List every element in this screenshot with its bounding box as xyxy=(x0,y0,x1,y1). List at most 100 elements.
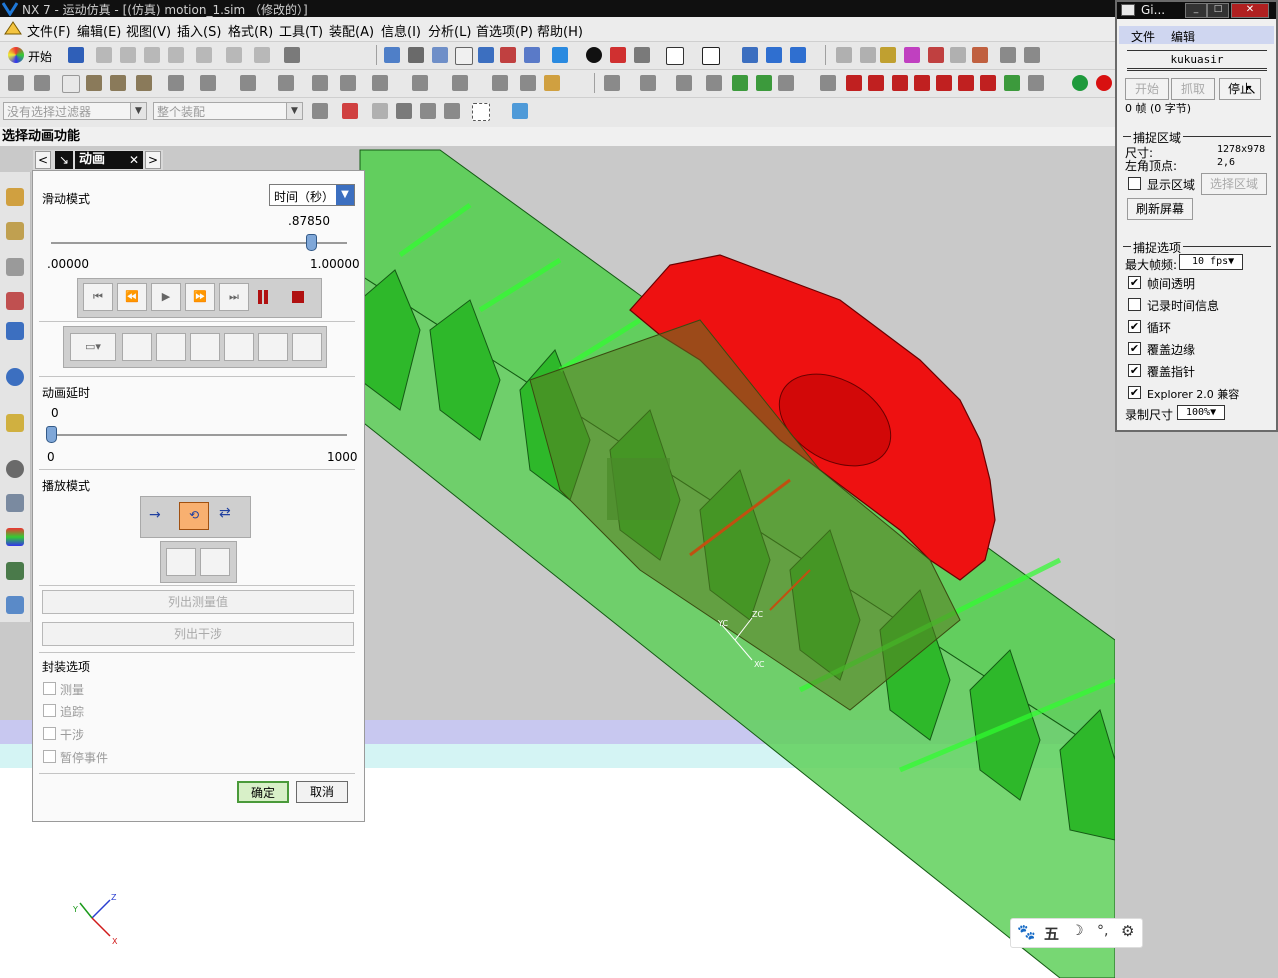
rect-select-icon[interactable] xyxy=(472,103,490,121)
time-slider-track[interactable] xyxy=(51,242,347,244)
part-icon[interactable] xyxy=(254,47,270,63)
menu-tools[interactable]: 工具(T) xyxy=(279,21,323,40)
tb-record-icon[interactable] xyxy=(1072,75,1088,91)
chevron-right-icon[interactable]: > xyxy=(145,151,161,169)
joint-icon[interactable] xyxy=(86,75,102,91)
explode-button[interactable] xyxy=(156,333,186,361)
paste-icon[interactable] xyxy=(144,47,160,63)
pause-icon[interactable] xyxy=(258,290,262,304)
nx-home-icon[interactable] xyxy=(4,20,22,36)
ime-mode-label[interactable]: 五 xyxy=(1044,923,1059,944)
loop-icon[interactable]: ⟲ xyxy=(179,502,209,530)
start-menu-button[interactable]: 开始 xyxy=(28,48,52,65)
glasses-icon[interactable] xyxy=(284,47,300,63)
perspective-icon[interactable] xyxy=(524,47,540,63)
record-size-dropdown[interactable]: 100%▼ xyxy=(1177,405,1225,420)
palette-icon[interactable] xyxy=(6,528,24,546)
tb-flag-icon[interactable] xyxy=(1028,75,1044,91)
cut-icon[interactable] xyxy=(96,47,112,63)
list-measure-button[interactable]: 列出测量值 xyxy=(42,590,354,614)
last-frame-button[interactable]: ⏭ xyxy=(219,283,249,311)
pointer-icon[interactable] xyxy=(950,47,966,63)
option-checkbox-0[interactable]: ✔ xyxy=(1128,276,1141,289)
assembly-navigator-icon[interactable] xyxy=(6,188,24,206)
pin-icon[interactable]: ↘ xyxy=(55,151,73,169)
snap-4-icon[interactable] xyxy=(972,47,988,63)
solve-icon[interactable] xyxy=(520,75,536,91)
maximize-icon[interactable]: □ xyxy=(1207,3,1229,18)
tb-record-stop-icon[interactable] xyxy=(1096,75,1112,91)
snap-3-icon[interactable] xyxy=(928,47,944,63)
paw-icon[interactable]: 🐾 xyxy=(1017,923,1036,941)
punctuation-icon[interactable]: °, xyxy=(1097,923,1108,939)
menu-help[interactable]: 帮助(H) xyxy=(537,21,583,40)
function-icon[interactable] xyxy=(62,75,80,93)
option-checkbox-5[interactable]: ✔ xyxy=(1128,386,1141,399)
tb-first-frame-icon[interactable] xyxy=(846,75,862,91)
zoom-icon[interactable] xyxy=(432,47,448,63)
bushing-icon[interactable] xyxy=(340,75,356,91)
pause-event-checkbox[interactable] xyxy=(43,750,56,763)
option-checkbox-3[interactable]: ✔ xyxy=(1128,342,1141,355)
menu-edit[interactable]: 编辑(E) xyxy=(77,21,121,40)
wcs-icon[interactable] xyxy=(742,47,758,63)
next-frame-button[interactable]: ⏩ xyxy=(185,283,215,311)
link-icon[interactable] xyxy=(34,75,50,91)
capture-menu-edit[interactable]: 编辑 xyxy=(1171,28,1195,45)
wireframe-icon[interactable] xyxy=(610,47,626,63)
wcs-orient-icon[interactable] xyxy=(766,47,782,63)
cancel-button[interactable]: 取消 xyxy=(296,781,348,803)
gear-joint-icon[interactable] xyxy=(110,75,126,91)
menu-view[interactable]: 视图(V) xyxy=(126,21,171,40)
solver-icon[interactable] xyxy=(492,75,508,91)
wcs-dynamic-icon[interactable] xyxy=(790,47,806,63)
capture-menu-file[interactable]: 文件 xyxy=(1131,28,1155,45)
max-fps-dropdown[interactable]: 10 fps▼ xyxy=(1179,254,1243,270)
snapshot-button[interactable]: ▭▾ xyxy=(70,333,116,361)
repeat-icon[interactable] xyxy=(226,47,242,63)
ping-pong-icon[interactable]: ⇄ xyxy=(219,505,231,521)
tb-stop-icon[interactable] xyxy=(980,75,996,91)
spring-icon[interactable] xyxy=(136,75,152,91)
show-region-checkbox[interactable] xyxy=(1128,177,1141,190)
chevron-left-icon[interactable]: < xyxy=(35,151,51,169)
stop-icon[interactable] xyxy=(292,291,304,303)
interference-checkbox[interactable] xyxy=(43,727,56,740)
layer-icon[interactable] xyxy=(702,47,720,65)
damper-icon[interactable] xyxy=(372,75,388,91)
animation-icon[interactable] xyxy=(820,75,836,91)
reverse-direction-button[interactable] xyxy=(200,548,230,576)
part-navigator-icon[interactable] xyxy=(6,258,24,276)
home-position-button[interactable] xyxy=(292,333,322,361)
shaded-cube-icon[interactable] xyxy=(552,47,568,63)
delay-slider-track[interactable] xyxy=(51,434,347,436)
slide-mode-dropdown[interactable]: 时间（秒） ▼ xyxy=(269,184,355,206)
magnify-icon[interactable] xyxy=(455,47,473,65)
time-slider-thumb[interactable] xyxy=(306,234,318,251)
tracer-button[interactable] xyxy=(122,333,152,361)
tb-export-icon[interactable] xyxy=(1004,75,1020,91)
reuse-library-icon[interactable] xyxy=(6,322,24,340)
filter-settings-icon[interactable] xyxy=(312,103,328,119)
torque-icon[interactable] xyxy=(278,75,294,91)
ok-button[interactable]: 确定 xyxy=(237,781,289,803)
menu-preferences[interactable]: 首选项(P) xyxy=(476,21,533,40)
constraint-icon[interactable] xyxy=(452,75,468,91)
close-icon[interactable]: ✕ xyxy=(125,151,143,169)
envelope-button[interactable] xyxy=(258,333,288,361)
render-style-icon[interactable] xyxy=(586,47,602,63)
delete-icon[interactable] xyxy=(168,47,184,63)
rotate-icon[interactable] xyxy=(478,47,494,63)
menu-insert[interactable]: 插入(S) xyxy=(177,21,221,40)
capture-grab-button[interactable]: 抓取 xyxy=(1171,78,1215,100)
tb-prev-frame-icon[interactable] xyxy=(868,75,884,91)
assembly-scope-dropdown[interactable]: 整个装配 ▼ xyxy=(153,102,303,120)
motion-env-icon[interactable] xyxy=(8,75,24,91)
articulation-icon[interactable] xyxy=(778,75,794,91)
tb-next-frame-icon[interactable] xyxy=(914,75,930,91)
save-icon[interactable] xyxy=(68,47,84,63)
zoom-window-icon[interactable] xyxy=(408,47,424,63)
tb-pause-icon[interactable] xyxy=(958,75,974,91)
select-edge-icon[interactable] xyxy=(444,103,460,119)
option-checkbox-1[interactable] xyxy=(1128,298,1141,311)
